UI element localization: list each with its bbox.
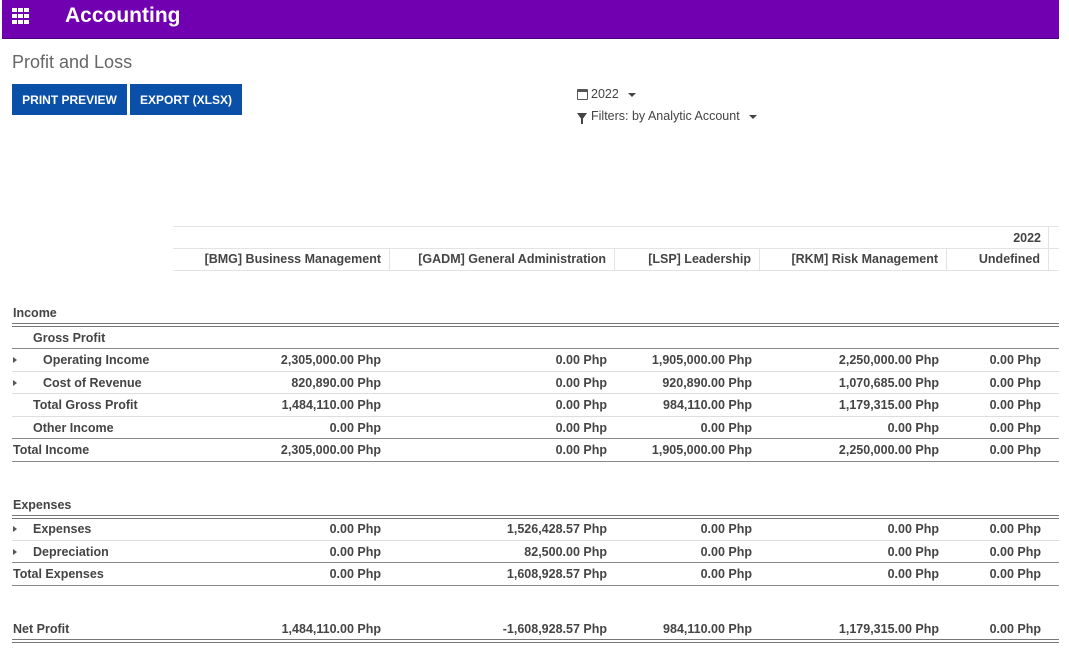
cell-gadm: 0.00 Php — [555, 353, 607, 367]
funnel-icon — [577, 112, 587, 124]
table-row-other-income: Other Income 0.00 Php 0.00 Php 0.00 Php … — [12, 417, 1059, 439]
cell-bmg: 820,890.00 Php — [291, 376, 381, 390]
table-row-net-profit: Net Profit 1,484,110.00 Php -1,608,928.5… — [12, 618, 1059, 640]
table-row-total-income: Total Income 2,305,000.00 Php 0.00 Php 1… — [12, 439, 1059, 461]
cell-undefined: 0.00 Php — [989, 522, 1041, 536]
section-divider — [12, 639, 1059, 643]
table-row-total-gross-profit: Total Gross Profit 1,484,110.00 Php 0.00… — [12, 394, 1059, 416]
cell-bmg: 2,305,000.00 Php — [280, 443, 381, 457]
cell-lsp: 984,110.00 Php — [663, 622, 752, 636]
row-label: Depreciation — [33, 545, 109, 559]
cell-undefined: 0.00 Php — [989, 545, 1041, 559]
analytic-filter-label: Filters: by Analytic Account — [591, 109, 740, 123]
apps-grid-icon[interactable] — [12, 8, 34, 26]
table-row-expenses[interactable]: Expenses 0.00 Php 1,526,428.57 Php 0.00 … — [12, 518, 1059, 540]
cell-undefined: 0.00 Php — [989, 421, 1041, 435]
cell-rkm: 0.00 Php — [887, 522, 939, 536]
cell-rkm: 1,179,315.00 Php — [838, 398, 939, 412]
cell-gadm: 82,500.00 Php — [524, 545, 607, 559]
expand-caret-icon[interactable] — [13, 380, 17, 386]
cell-undefined: 0.00 Php — [989, 353, 1041, 367]
section-label: Expenses — [13, 498, 72, 512]
row-label: Expenses — [33, 522, 92, 536]
table-row-depreciation[interactable]: Depreciation 0.00 Php 82,500.00 Php 0.00… — [12, 541, 1059, 563]
cell-rkm: 0.00 Php — [887, 545, 939, 559]
column-header-gadm: [GADM] General Administration — [390, 249, 615, 270]
breadcrumb: Profit and Loss — [12, 52, 133, 72]
section-label: Gross Profit — [33, 331, 106, 345]
cell-lsp: 0.00 Php — [700, 421, 752, 435]
cell-undefined: 0.00 Php — [989, 443, 1041, 457]
cell-bmg: 2,305,000.00 Php — [280, 353, 381, 367]
column-header-row: [BMG] Business Management [GADM] General… — [173, 249, 1059, 271]
section-label: Income — [13, 306, 57, 320]
cell-rkm: 0.00 Php — [887, 567, 939, 581]
expand-caret-icon[interactable] — [13, 526, 17, 532]
cell-bmg: 0.00 Php — [329, 567, 381, 581]
table-row-operating-income[interactable]: Operating Income 2,305,000.00 Php 0.00 P… — [12, 349, 1059, 371]
period-header-row: 2022 — [173, 226, 1059, 249]
cell-rkm: 0.00 Php — [887, 421, 939, 435]
cell-lsp: 0.00 Php — [700, 545, 752, 559]
row-label: Net Profit — [13, 622, 70, 636]
expand-caret-icon[interactable] — [13, 549, 17, 555]
cell-undefined: 0.00 Php — [989, 622, 1041, 636]
row-label: Total Gross Profit — [33, 398, 138, 412]
cell-undefined: 0.00 Php — [989, 567, 1041, 581]
app-title[interactable]: Accounting — [65, 4, 181, 28]
cell-bmg: 0.00 Php — [329, 545, 381, 559]
table-row-total-expenses: Total Expenses 0.00 Php 1,608,928.57 Php… — [12, 563, 1059, 585]
print-preview-button[interactable]: PRINT PREVIEW — [12, 84, 127, 115]
cell-bmg: 0.00 Php — [329, 421, 381, 435]
cell-lsp: 1,905,000.00 Php — [651, 443, 752, 457]
row-label: Total Expenses — [13, 567, 104, 581]
column-header-lsp: [LSP] Leadership — [615, 249, 760, 270]
period-header: 2022 — [1013, 231, 1041, 245]
year-filter-label: 2022 — [591, 87, 619, 101]
caret-down-icon — [748, 114, 757, 119]
section-expenses: Expenses — [12, 494, 1059, 516]
cell-rkm: 1,070,685.00 Php — [838, 376, 939, 390]
cell-undefined: 0.00 Php — [989, 398, 1041, 412]
column-header-rkm: [RKM] Risk Management — [760, 249, 947, 270]
section-gross-profit: Gross Profit — [12, 327, 1059, 349]
row-divider — [12, 585, 1059, 586]
row-label: Other Income — [33, 421, 114, 435]
export-xlsx-button[interactable]: EXPORT (XLSX) — [130, 84, 242, 115]
column-header-undefined: Undefined — [947, 249, 1049, 270]
cell-bmg: 1,484,110.00 Php — [281, 622, 381, 636]
row-divider — [12, 461, 1059, 462]
column-header-bmg: [BMG] Business Management — [173, 249, 390, 270]
cell-lsp: 0.00 Php — [700, 567, 752, 581]
calendar-icon — [577, 88, 588, 100]
cell-gadm: 1,526,428.57 Php — [506, 522, 607, 536]
cell-bmg: 1,484,110.00 Php — [281, 398, 381, 412]
cell-gadm: 0.00 Php — [555, 398, 607, 412]
cell-lsp: 920,890.00 Php — [662, 376, 752, 390]
cell-gadm: 1,608,928.57 Php — [506, 567, 607, 581]
caret-down-icon — [627, 92, 636, 97]
cell-lsp: 1,905,000.00 Php — [651, 353, 752, 367]
year-filter-dropdown[interactable]: 2022 — [577, 87, 636, 101]
cell-undefined: 0.00 Php — [989, 376, 1041, 390]
analytic-filter-dropdown[interactable]: Filters: by Analytic Account — [577, 109, 757, 124]
expand-caret-icon[interactable] — [13, 357, 17, 363]
cell-gadm: 0.00 Php — [555, 421, 607, 435]
table-row-cost-of-revenue[interactable]: Cost of Revenue 820,890.00 Php 0.00 Php … — [12, 372, 1059, 394]
cell-gadm: 0.00 Php — [555, 443, 607, 457]
row-label: Total Income — [13, 443, 90, 457]
row-label: Operating Income — [43, 353, 150, 367]
cell-gadm: 0.00 Php — [555, 376, 607, 390]
row-label: Cost of Revenue — [43, 376, 142, 390]
cell-lsp: 984,110.00 Php — [663, 398, 752, 412]
cell-rkm: 1,179,315.00 Php — [838, 622, 939, 636]
top-navbar: Accounting — [2, 0, 1059, 39]
cell-gadm: -1,608,928.57 Php — [502, 622, 607, 636]
cell-bmg: 0.00 Php — [329, 522, 381, 536]
cell-lsp: 0.00 Php — [700, 522, 752, 536]
cell-rkm: 2,250,000.00 Php — [838, 443, 939, 457]
section-income: Income — [12, 302, 1059, 324]
cell-rkm: 2,250,000.00 Php — [838, 353, 939, 367]
